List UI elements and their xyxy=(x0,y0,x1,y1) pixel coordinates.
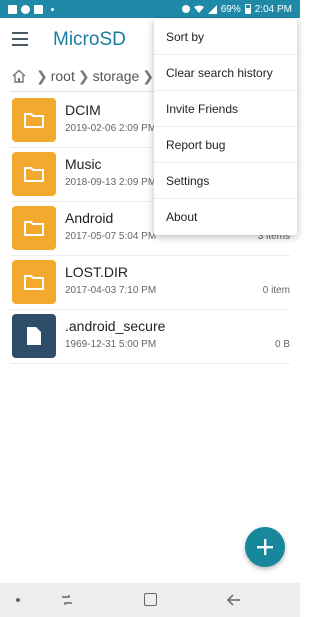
more-notifications-dot xyxy=(51,7,54,11)
chevron-right-icon: ❯ xyxy=(142,67,155,84)
chevron-right-icon: ❯ xyxy=(77,67,90,84)
file-date: 1969-12-31 5:00 PM xyxy=(65,339,157,350)
breadcrumb-item-storage[interactable]: storage xyxy=(93,68,140,84)
hamburger-menu-icon[interactable] xyxy=(12,32,28,46)
shield-icon xyxy=(21,4,30,14)
breadcrumb-item-root[interactable]: root xyxy=(51,68,75,84)
file-date: 2019-02-06 2:09 PM xyxy=(65,123,157,134)
file-name: DCIM xyxy=(65,102,101,118)
add-button[interactable] xyxy=(245,527,285,567)
file-date: 2018-09-13 2:09 PM xyxy=(65,177,157,188)
file-date: 2017-05-07 5:04 PM xyxy=(65,231,157,242)
file-icon xyxy=(12,314,56,358)
plus-icon xyxy=(257,539,273,555)
home-icon[interactable] xyxy=(11,68,27,84)
file-name: Android xyxy=(65,210,114,226)
overflow-menu: Sort by Clear search history Invite Frie… xyxy=(154,19,297,235)
menu-item-clear-search-history[interactable]: Clear search history xyxy=(154,55,297,91)
list-item[interactable]: LOST.DIR 2017-04-03 7:10 PM 0 item xyxy=(10,256,290,310)
alarm-icon xyxy=(181,5,190,13)
menu-item-sort-by[interactable]: Sort by xyxy=(154,19,297,55)
screen: { "status_bar": { "battery": "69%", "tim… xyxy=(0,0,300,617)
battery-percent: 69% xyxy=(220,3,241,15)
clock: 2:04 PM xyxy=(254,3,292,15)
folder-icon xyxy=(12,260,56,304)
file-meta: 0 item xyxy=(262,285,290,296)
home-button-icon[interactable] xyxy=(144,593,157,606)
file-name: .android_secure xyxy=(65,318,166,334)
battery-icon xyxy=(244,4,251,14)
folder-icon xyxy=(12,206,56,250)
menu-item-about[interactable]: About xyxy=(154,199,297,235)
status-system-icons: 69% 2:04 PM xyxy=(181,3,292,15)
wifi-icon xyxy=(193,5,204,13)
menu-item-invite-friends[interactable]: Invite Friends xyxy=(154,91,297,127)
file-name: LOST.DIR xyxy=(65,264,129,280)
status-bar: 69% 2:04 PM xyxy=(0,0,300,18)
menu-item-settings[interactable]: Settings xyxy=(154,163,297,199)
file-name: Music xyxy=(65,156,102,172)
folder-icon xyxy=(12,152,56,196)
file-date: 2017-04-03 7:10 PM xyxy=(65,285,157,296)
back-icon[interactable] xyxy=(226,592,242,608)
image-notification-icon xyxy=(34,4,43,14)
system-navigation-bar xyxy=(0,583,300,617)
app-title: MicroSD xyxy=(53,29,126,50)
notification-icon xyxy=(8,4,17,14)
nav-dot-icon[interactable] xyxy=(16,598,20,602)
status-notification-icons xyxy=(8,4,54,14)
folder-icon xyxy=(12,98,56,142)
list-item[interactable]: .android_secure 1969-12-31 5:00 PM 0 B xyxy=(10,310,290,364)
chevron-right-icon: ❯ xyxy=(36,67,48,84)
file-meta: 0 B xyxy=(274,339,290,350)
signal-icon xyxy=(207,4,217,14)
recent-apps-icon[interactable] xyxy=(60,593,74,607)
menu-item-report-bug[interactable]: Report bug xyxy=(154,127,297,163)
